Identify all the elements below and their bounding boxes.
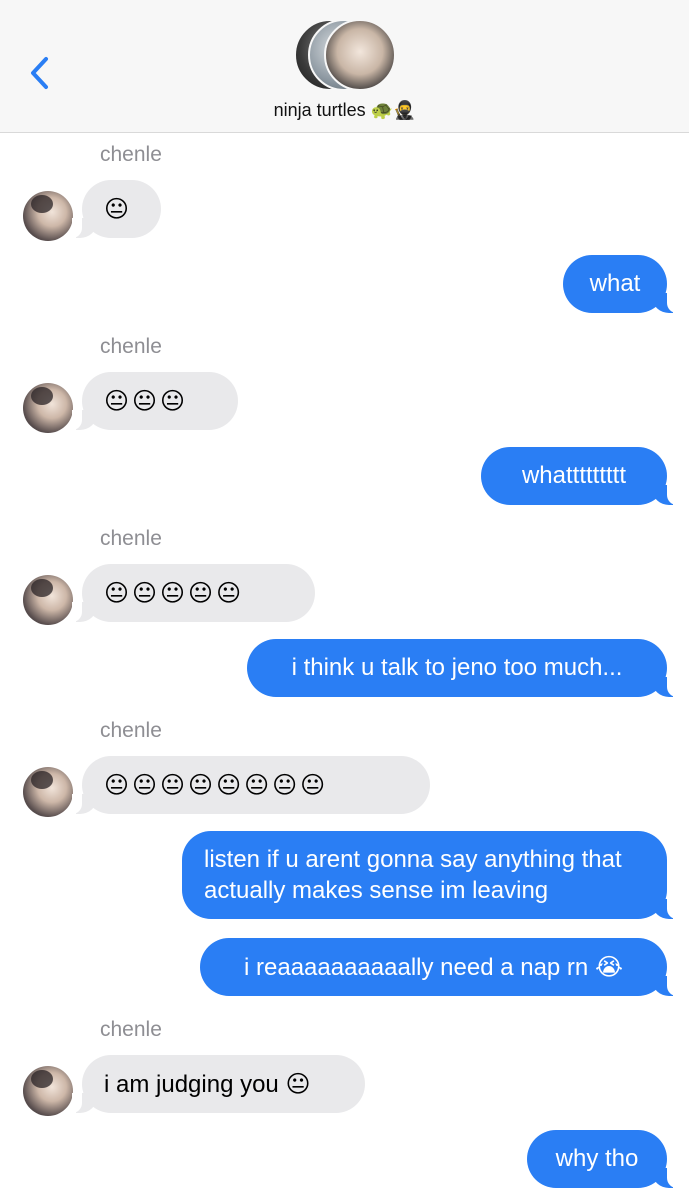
incoming-message[interactable]: 😐 xyxy=(72,180,161,238)
message-text: 😐😐😐😐😐😐😐😐 xyxy=(104,771,329,799)
contact-avatar[interactable] xyxy=(23,575,73,625)
group-name[interactable]: ninja turtles 🐢🥷 xyxy=(0,100,689,121)
contact-avatar[interactable] xyxy=(23,1066,73,1116)
outgoing-message[interactable]: whattttttttt xyxy=(481,447,677,505)
message-text: listen if u arent gonna say anything tha… xyxy=(204,846,622,904)
sender-label: chenle xyxy=(100,143,162,166)
member-avatar xyxy=(324,19,396,91)
message-text: 😐 xyxy=(104,195,133,223)
contact-avatar[interactable] xyxy=(23,383,73,433)
contact-avatar[interactable] xyxy=(23,767,73,817)
sender-label: chenle xyxy=(100,1018,162,1041)
outgoing-message[interactable]: i reaaaaaaaaaally need a nap rn 😭 xyxy=(200,938,677,996)
outgoing-message[interactable]: what xyxy=(563,255,677,313)
sender-label: chenle xyxy=(100,527,162,550)
incoming-message[interactable]: 😐😐😐😐😐 xyxy=(72,564,315,622)
sender-label: chenle xyxy=(100,719,162,742)
message-text: 😐😐😐 xyxy=(104,387,189,415)
message-text: i think u talk to jeno too much... xyxy=(291,654,623,681)
contact-avatar[interactable] xyxy=(23,191,73,241)
outgoing-message[interactable]: why tho xyxy=(527,1130,677,1188)
message-text: whattttttttt xyxy=(521,462,627,489)
group-avatar[interactable] xyxy=(294,19,398,91)
sender-label: chenle xyxy=(100,335,162,358)
incoming-message[interactable]: 😐😐😐😐😐😐😐😐 xyxy=(72,756,430,814)
message-text: what xyxy=(589,270,641,297)
chevron-left-icon xyxy=(31,57,48,89)
message-text: i reaaaaaaaaaally need a nap rn 😭 xyxy=(244,953,623,981)
message-text: i am judging you 😐 xyxy=(104,1070,311,1098)
back-button[interactable] xyxy=(22,50,58,96)
message-text: 😐😐😐😐😐 xyxy=(104,579,245,607)
outgoing-message[interactable]: i think u talk to jeno too much... xyxy=(247,639,677,697)
outgoing-message[interactable]: listen if u arent gonna say anything tha… xyxy=(182,831,677,919)
incoming-message[interactable]: 😐😐😐 xyxy=(72,372,238,430)
incoming-message[interactable]: i am judging you 😐 xyxy=(72,1055,365,1113)
conversation-header: ninja turtles 🐢🥷 xyxy=(0,0,689,133)
message-text: why tho xyxy=(555,1145,639,1172)
